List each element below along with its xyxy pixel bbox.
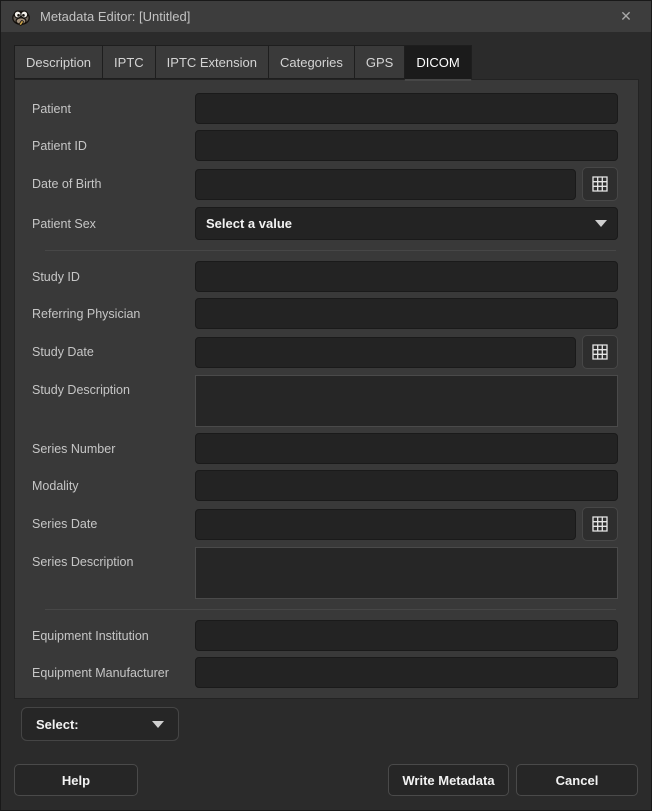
equipment-manufacturer-input[interactable] — [195, 657, 618, 688]
patient-id-input[interactable] — [195, 130, 618, 161]
select-dropdown[interactable]: Select: — [21, 707, 179, 741]
metadata-editor-window: Metadata Editor: [Untitled] ✕ Descriptio… — [0, 0, 652, 811]
referring-physician-input[interactable] — [195, 298, 618, 329]
tab-iptc[interactable]: IPTC — [102, 45, 155, 79]
form-row: Study ID — [32, 261, 618, 292]
close-icon[interactable]: ✕ — [611, 4, 641, 30]
equipment-manufacturer-label: Equipment Manufacturer — [32, 666, 195, 680]
equipment-institution-label: Equipment Institution — [32, 629, 195, 643]
series-number-input[interactable] — [195, 433, 618, 464]
form-row: Series Number — [32, 433, 618, 464]
action-bar: Help Write Metadata Cancel — [1, 764, 651, 796]
study-date-calendar-button[interactable] — [582, 335, 618, 369]
series-description-textarea[interactable] — [195, 547, 618, 599]
study-date-label: Study Date — [32, 345, 195, 359]
tab-gps[interactable]: GPS — [354, 45, 404, 79]
group-separator — [45, 250, 616, 251]
tab-description[interactable]: Description — [14, 45, 102, 79]
form-row: Patient Sex Select a value — [32, 207, 618, 240]
study-id-label: Study ID — [32, 270, 195, 284]
form-row: Patient — [32, 93, 618, 124]
dropdown-arrow-icon — [152, 721, 164, 728]
calendar-grid-icon — [592, 176, 608, 192]
dicom-form-panel: Patient Patient ID Date of Birth Patient… — [14, 79, 639, 699]
help-button[interactable]: Help — [14, 764, 138, 796]
date-of-birth-calendar-button[interactable] — [582, 167, 618, 201]
study-description-label: Study Description — [32, 375, 195, 397]
patient-input[interactable] — [195, 93, 618, 124]
cancel-button[interactable]: Cancel — [516, 764, 638, 796]
form-row: Modality — [32, 470, 618, 501]
form-row: Date of Birth — [32, 167, 618, 201]
gimp-wilber-icon — [11, 8, 31, 26]
modality-label: Modality — [32, 479, 195, 493]
tab-bar: Description IPTC IPTC Extension Categori… — [14, 45, 639, 79]
series-number-label: Series Number — [32, 442, 195, 456]
date-of-birth-input[interactable] — [195, 169, 576, 200]
series-date-calendar-button[interactable] — [582, 507, 618, 541]
tab-iptc-extension[interactable]: IPTC Extension — [155, 45, 268, 79]
series-date-input[interactable] — [195, 509, 576, 540]
series-description-label: Series Description — [32, 547, 195, 569]
date-of-birth-label: Date of Birth — [32, 177, 195, 191]
form-row: Series Date — [32, 507, 618, 541]
tab-categories[interactable]: Categories — [268, 45, 354, 79]
titlebar: Metadata Editor: [Untitled] ✕ — [1, 1, 651, 32]
patient-sex-label: Patient Sex — [32, 217, 195, 231]
modality-input[interactable] — [195, 470, 618, 501]
patient-sex-value: Select a value — [206, 216, 595, 231]
patient-sex-select[interactable]: Select a value — [195, 207, 618, 240]
calendar-grid-icon — [592, 344, 608, 360]
dropdown-arrow-icon — [595, 220, 607, 227]
form-row: Equipment Manufacturer — [32, 657, 618, 688]
referring-physician-label: Referring Physician — [32, 307, 195, 321]
window-title: Metadata Editor: [Untitled] — [40, 9, 611, 24]
select-dropdown-label: Select: — [36, 717, 152, 732]
form-row: Study Description — [32, 375, 618, 427]
calendar-grid-icon — [592, 516, 608, 532]
form-row: Study Date — [32, 335, 618, 369]
patient-id-label: Patient ID — [32, 139, 195, 153]
write-metadata-button[interactable]: Write Metadata — [388, 764, 509, 796]
tab-dicom[interactable]: DICOM — [404, 45, 471, 81]
form-row: Referring Physician — [32, 298, 618, 329]
group-separator — [45, 609, 616, 610]
patient-label: Patient — [32, 102, 195, 116]
study-description-textarea[interactable] — [195, 375, 618, 427]
form-row: Equipment Institution — [32, 620, 618, 651]
study-date-input[interactable] — [195, 337, 576, 368]
series-date-label: Series Date — [32, 517, 195, 531]
form-row: Series Description — [32, 547, 618, 599]
study-id-input[interactable] — [195, 261, 618, 292]
equipment-institution-input[interactable] — [195, 620, 618, 651]
form-row: Patient ID — [32, 130, 618, 161]
